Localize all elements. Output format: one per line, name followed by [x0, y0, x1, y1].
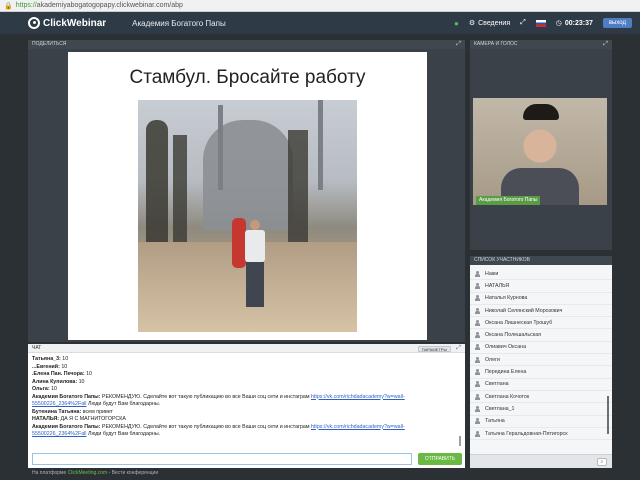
send-button[interactable]: ОТПРАВИТЬ	[418, 453, 462, 465]
chat-options-button[interactable]: Параметры	[417, 346, 451, 352]
language-flag-icon[interactable]	[535, 19, 546, 27]
list-item[interactable]: Николай Селянский Морозович	[470, 305, 612, 318]
chat-message: Алина Купилова: 10	[32, 378, 85, 385]
url-scheme: https://	[15, 2, 37, 9]
list-item[interactable]: Светлана	[470, 379, 612, 391]
gear-icon: ⚙	[468, 20, 476, 27]
slide-photo	[138, 100, 357, 332]
chat-message: .Елена Пан. Печора: 10	[32, 371, 93, 377]
participants-footer: ⌕	[470, 454, 612, 468]
user-icon	[475, 430, 480, 437]
chat-message: Академия Богатого Папы: РЕКОМЕНДУЮ. Сдел…	[32, 423, 405, 438]
fullscreen-icon[interactable]: ⤢	[520, 19, 526, 27]
list-item[interactable]: Оксана Лишнеская Трошуб	[470, 317, 612, 330]
user-icon	[475, 344, 480, 351]
search-icon[interactable]: ⌕	[597, 458, 607, 466]
user-icon	[475, 393, 480, 400]
footer: На платформе ClickMeeting.com - Вести ко…	[28, 468, 612, 480]
browser-url-bar[interactable]: 🔒 https:// akademiyabogatogopapy.clickwe…	[0, 0, 640, 12]
user-icon	[475, 381, 480, 388]
timer-value: 00:23:37	[564, 19, 593, 27]
user-icon	[475, 356, 480, 363]
user-icon	[475, 270, 480, 277]
mosque-shape	[203, 120, 293, 230]
expand-icon[interactable]: ⤢	[603, 40, 608, 49]
participants-header-label: список участников	[474, 257, 531, 263]
camera-panel: камера и голос ⤢ Академия Богатого Папы	[470, 40, 612, 250]
chat-panel: чат Параметры ⤢ Татьяна_3: 10 ...Евгений…	[28, 344, 465, 468]
camera-header-label: камера и голос	[474, 41, 518, 47]
info-label: Сведения	[478, 19, 511, 27]
list-item[interactable]: Передина Елена	[470, 366, 612, 379]
presentation-header: поделиться ⤢	[28, 40, 465, 49]
footer-brand-link[interactable]: ClickMeeting.com	[68, 470, 107, 476]
list-item[interactable]: НАТАЛЬЯ	[470, 280, 612, 293]
chat-message: Бутенина Татьяна: всем привет	[32, 408, 113, 415]
participants-panel: список участников Нажи НАТАЛЬЯ Наталья К…	[470, 256, 612, 468]
camera-name-label: Академия Богатого Папы	[476, 196, 541, 205]
webinar-title: Академия Богатого Папы	[132, 18, 226, 28]
camera-video[interactable]: Академия Богатого Папы	[473, 98, 607, 205]
user-icon	[475, 418, 480, 425]
slide-title: Стамбул. Бросайте работу	[129, 67, 366, 88]
top-bar: ClickWebinar Академия Богатого Папы ● ⚙ …	[0, 12, 640, 34]
list-item[interactable]: Татьяна Геральдовная-Пятигорск	[470, 428, 612, 441]
user-icon	[475, 295, 480, 302]
participant-list: Нажи НАТАЛЬЯ Наталья Курнова Николай Сел…	[470, 265, 612, 441]
slide: Стамбул. Бросайте работу	[68, 52, 427, 340]
chat-message: Татьяна_3: 10	[32, 356, 69, 362]
user-icon	[475, 405, 480, 412]
presentation-header-label: поделиться	[32, 41, 67, 47]
brand-name: ClickWebinar	[43, 17, 107, 29]
clock-icon: ◷	[555, 20, 562, 27]
info-button[interactable]: ⚙ Сведения	[468, 19, 511, 28]
list-item[interactable]: Светлана Кочоток	[470, 391, 612, 404]
chat-message: ...Евгений: 10	[32, 363, 68, 370]
list-item[interactable]: Наталья Курнова	[470, 293, 612, 305]
chat-header-label: чат	[32, 345, 42, 351]
chat-message: НАТАЛЬЯ: ДА Я С МАГНИТОГОРСКА	[32, 416, 126, 422]
timer: ◷ 00:23:37	[555, 19, 593, 28]
chat-scrollbar[interactable]	[459, 436, 461, 446]
user-icon	[475, 282, 480, 289]
camera-header: камера и голос ⤢	[470, 40, 612, 49]
person-shape	[242, 220, 268, 315]
chat-input[interactable]	[32, 453, 412, 465]
presentation-panel: поделиться ⤢ Стамбул. Бросайте работу	[28, 40, 465, 342]
chat-header: чат Параметры ⤢	[28, 344, 465, 353]
expand-icon[interactable]: ⤢	[456, 40, 461, 49]
list-item[interactable]: Олиавич Оксана	[470, 342, 612, 355]
participants-header: список участников	[470, 256, 612, 265]
url-text: akademiyabogatogopapy.clickwebinar.com/a…	[36, 2, 183, 9]
user-icon	[475, 369, 480, 376]
chat-message: Ольга: 10	[32, 386, 57, 392]
user-icon	[475, 319, 480, 326]
app-logo: ClickWebinar	[28, 17, 106, 29]
logo-icon	[28, 17, 40, 29]
status-dot-icon: ●	[454, 18, 459, 28]
list-item[interactable]: Нажи	[470, 268, 612, 281]
list-item[interactable]: Татьяна	[470, 416, 612, 428]
list-item[interactable]: Оксана Полешальская	[470, 329, 612, 342]
list-item[interactable]: Олеги	[470, 354, 612, 367]
chat-messages: Татьяна_3: 10 ...Евгений: 10 .Елена Пан.…	[32, 356, 457, 450]
top-right-controls: ● ⚙ Сведения ⤢ ◷ 00:23:37 выход	[454, 12, 632, 34]
exit-button[interactable]: выход	[602, 18, 632, 28]
list-item[interactable]: Светлана_1	[470, 403, 612, 416]
lock-icon: 🔒	[4, 2, 13, 10]
participants-scrollbar[interactable]	[607, 396, 609, 434]
chat-message: Академия Богатого Папы: РЕКОМЕНДУЮ. Сдел…	[32, 393, 405, 408]
expand-icon[interactable]: ⤢	[456, 344, 461, 353]
user-icon	[475, 332, 480, 339]
user-icon	[475, 307, 480, 314]
